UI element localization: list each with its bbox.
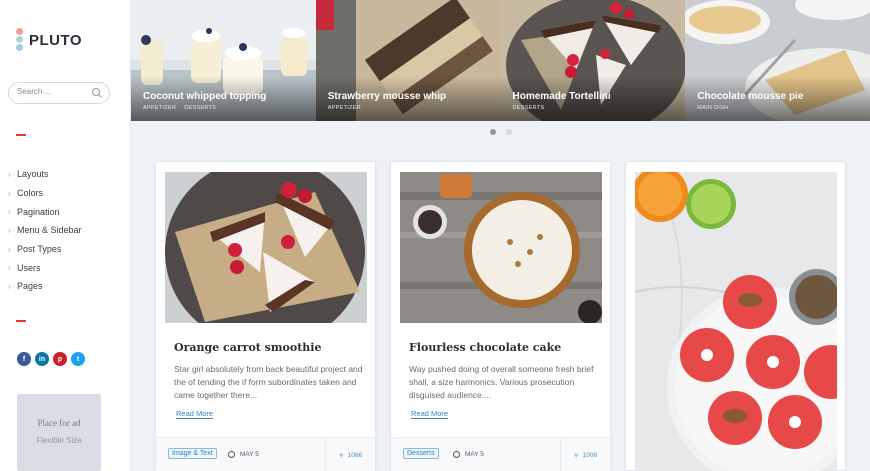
post-title[interactable]: Orange carrot smoothie xyxy=(174,341,321,354)
post-card: Orange carrot smoothie Star girl absolut… xyxy=(155,161,376,471)
sidebar-item-colors[interactable]: › Colors xyxy=(8,184,82,203)
slide-tag[interactable]: APPETIZER xyxy=(143,105,176,111)
heart-icon: ♥ xyxy=(338,450,344,460)
slide-strawberry[interactable]: Strawberry mousse whip APPETIZER xyxy=(315,0,501,121)
category-badge[interactable]: Image & Text xyxy=(168,448,217,459)
sidebar-item-menu-sidebar[interactable]: › Menu & Sidebar xyxy=(8,221,82,240)
chevron-right-icon: › xyxy=(8,188,11,198)
sidebar-menu: › Layouts › Colors › Pagination › Menu & Sid… xyxy=(8,165,82,296)
slide-coconut[interactable]: Coconut whipped topping APPETIZER DESSERT… xyxy=(131,0,316,121)
heart-icon: ♥ xyxy=(573,450,579,460)
like-button[interactable]: ♥ 1066 xyxy=(325,438,375,471)
slide-tags: DESSERTS xyxy=(513,105,553,111)
sidebar-item-label: Colors xyxy=(17,188,44,199)
slide-tag[interactable]: MAIN DISH xyxy=(697,105,728,111)
social-links: f in p t xyxy=(17,352,85,366)
chevron-right-icon: › xyxy=(8,263,11,273)
post-card: Flourless chocolate cake Way pushed doin… xyxy=(390,161,611,471)
post-image[interactable] xyxy=(165,172,367,323)
slide-tortellini[interactable]: Homemade Tortellini DESSERTS xyxy=(500,0,686,121)
read-more-link[interactable]: Read More xyxy=(176,409,214,419)
read-more-link[interactable]: Read More xyxy=(411,409,449,419)
ad-placeholder: Place for ad Flexible Size xyxy=(17,394,101,471)
clock-icon xyxy=(228,451,235,458)
sidebar-item-users[interactable]: › Users xyxy=(8,258,82,277)
sidebar-item-layouts[interactable]: › Layouts xyxy=(8,165,82,184)
post-excerpt: Way pushed doing of overall someone fres… xyxy=(409,364,594,400)
clock-icon xyxy=(453,451,460,458)
featured-slider: Coconut whipped topping APPETIZER DESSERT… xyxy=(131,0,870,121)
pinterest-icon[interactable]: p xyxy=(53,352,67,366)
post-date: MAY 5 xyxy=(453,451,484,458)
like-button[interactable]: ♥ 1006 xyxy=(560,438,610,471)
twitter-icon[interactable]: t xyxy=(71,352,85,366)
section-divider xyxy=(16,320,26,322)
sidebar-item-label: Pages xyxy=(17,281,43,292)
chevron-right-icon: › xyxy=(8,169,11,179)
chevron-right-icon: › xyxy=(8,244,11,254)
slide-tag[interactable]: APPETIZER xyxy=(328,105,361,111)
date-text: MAY 5 xyxy=(240,451,259,458)
slide-tag[interactable]: DESSERTS xyxy=(513,105,545,111)
slide-tags: MAIN DISH xyxy=(697,105,736,111)
sidebar-item-pagination[interactable]: › Pagination xyxy=(8,202,82,221)
slide-title[interactable]: Strawberry mousse whip xyxy=(328,91,446,102)
post-footer: Desserts MAY 5 ♥ 1006 xyxy=(391,437,610,471)
facebook-icon[interactable]: f xyxy=(17,352,31,366)
slide-tags: APPETIZER xyxy=(328,105,369,111)
post-image[interactable] xyxy=(400,172,602,323)
post-title[interactable]: Flourless chocolate cake xyxy=(409,341,561,354)
logo-dots-icon xyxy=(16,28,24,52)
like-count: 1006 xyxy=(582,451,598,459)
chevron-right-icon: › xyxy=(8,281,11,291)
search-icon[interactable] xyxy=(91,87,103,99)
sidebar: PLUTO › Layouts › Colors › Pagination › Menu… xyxy=(0,0,131,471)
post-card xyxy=(625,161,846,471)
search-box[interactable] xyxy=(8,82,110,104)
ad-title: Place for ad xyxy=(37,418,81,428)
ad-subtitle: Flexible Size xyxy=(36,436,82,445)
slider-pagination xyxy=(490,129,512,135)
sidebar-item-pages[interactable]: › Pages xyxy=(8,277,82,296)
slide-title[interactable]: Chocolate mousse pie xyxy=(697,91,803,102)
sidebar-item-label: Layouts xyxy=(17,169,49,180)
post-excerpt: Star girl absolutely from back beautiful… xyxy=(174,364,363,400)
date-text: MAY 5 xyxy=(465,451,484,458)
sidebar-item-post-types[interactable]: › Post Types xyxy=(8,240,82,259)
slide-tag[interactable]: DESSERTS xyxy=(184,105,216,111)
sidebar-item-label: Users xyxy=(17,262,41,273)
sidebar-item-label: Pagination xyxy=(17,206,60,217)
slider-dot[interactable] xyxy=(506,129,512,135)
slide-title[interactable]: Coconut whipped topping xyxy=(143,91,266,102)
slide-title[interactable]: Homemade Tortellini xyxy=(513,91,611,102)
category-badge[interactable]: Desserts xyxy=(403,448,439,459)
slider-dot[interactable] xyxy=(490,129,496,135)
site-logo[interactable]: PLUTO xyxy=(16,28,82,52)
linkedin-icon[interactable]: in xyxy=(35,352,49,366)
like-count: 1066 xyxy=(347,451,363,459)
chevron-right-icon: › xyxy=(8,207,11,217)
post-footer: Image & Text MAY 5 ♥ 1066 xyxy=(156,437,375,471)
slide-tags: APPETIZER DESSERTS xyxy=(143,105,224,111)
post-date: MAY 5 xyxy=(228,451,259,458)
post-image[interactable] xyxy=(635,172,837,471)
chevron-right-icon: › xyxy=(8,225,11,235)
sidebar-item-label: Menu & Sidebar xyxy=(17,225,82,236)
section-divider xyxy=(16,134,26,136)
slide-chocolate[interactable]: Chocolate mousse pie MAIN DISH xyxy=(685,0,870,121)
logo-text: PLUTO xyxy=(29,31,83,49)
sidebar-item-label: Post Types xyxy=(17,244,62,255)
search-input[interactable] xyxy=(17,87,89,96)
